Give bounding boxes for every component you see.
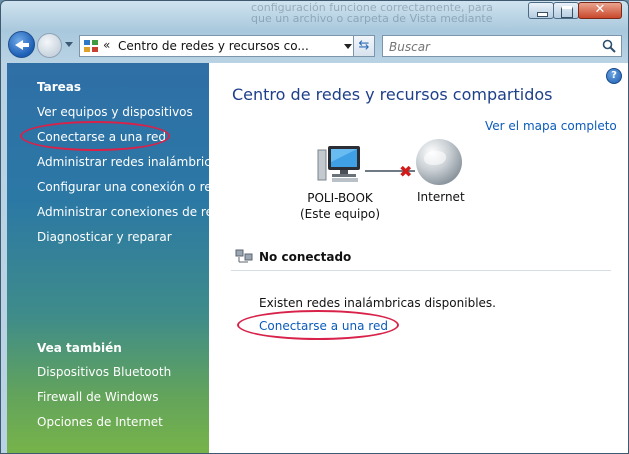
- connect-network-link[interactable]: Conectarse a una red: [259, 319, 388, 333]
- see-also-bluetooth[interactable]: Dispositivos Bluetooth: [37, 365, 171, 379]
- see-also-heading: Vea también: [37, 341, 122, 355]
- refresh-button[interactable]: ⇆: [353, 35, 375, 57]
- view-full-map-link[interactable]: Ver el mapa completo: [485, 119, 617, 133]
- address-bar[interactable]: « Centro de redes y recursos co...: [79, 35, 371, 57]
- see-also-firewall[interactable]: Firewall de Windows: [37, 390, 158, 404]
- back-button[interactable]: [8, 31, 35, 58]
- task-manage-connections[interactable]: Administrar conexiones de red: [37, 205, 221, 219]
- internet-globe-icon: [416, 139, 462, 185]
- computer-note: (Este equipo): [300, 207, 380, 221]
- background-text: configuración funcione correctamente, pa…: [251, 2, 493, 24]
- network-status-icon: [235, 249, 253, 263]
- search-box[interactable]: [382, 35, 622, 57]
- help-icon[interactable]: ?: [606, 68, 622, 84]
- explorer-window: configuración funcione correctamente, pa…: [0, 0, 629, 454]
- computer-label: POLI-BOOK (Este equipo): [294, 190, 386, 222]
- page-title: Centro de redes y recursos compartidos: [232, 85, 553, 104]
- breadcrumb-overflow[interactable]: «: [103, 38, 110, 52]
- task-setup-connection[interactable]: Configurar una conexión o red: [37, 180, 219, 194]
- recent-pages-dropdown[interactable]: [65, 42, 73, 47]
- computer-name: POLI-BOOK: [307, 191, 373, 205]
- maximize-button[interactable]: [553, 2, 579, 19]
- breadcrumb[interactable]: Centro de redes y recursos co...: [118, 39, 309, 53]
- minimize-button[interactable]: [528, 2, 554, 19]
- task-pane: Tareas Ver equipos y dispositivos Conect…: [7, 63, 224, 453]
- search-input[interactable]: [387, 38, 591, 56]
- task-view-computers[interactable]: Ver equipos y dispositivos: [37, 105, 193, 119]
- wireless-available-text: Existen redes inalámbricas disponibles.: [259, 296, 496, 310]
- close-icon: ✕: [594, 2, 606, 17]
- title-bar[interactable]: configuración funcione correctamente, pa…: [1, 1, 628, 29]
- divider: [231, 270, 611, 271]
- task-manage-wireless[interactable]: Administrar redes inalámbricas: [37, 155, 224, 169]
- task-connect-network[interactable]: Conectarse a una red: [37, 130, 166, 144]
- forward-button[interactable]: [37, 33, 62, 58]
- see-also-internet-options[interactable]: Opciones de Internet: [37, 415, 163, 429]
- close-button[interactable]: ✕: [578, 2, 622, 19]
- navigation-bar: « Centro de redes y recursos co... ⇆: [1, 30, 628, 62]
- network-folder-icon: [84, 40, 98, 52]
- search-icon[interactable]: [602, 39, 616, 53]
- disconnected-x-icon: ✖: [399, 162, 413, 181]
- computer-icon: [317, 146, 360, 182]
- task-diagnose-repair[interactable]: Diagnosticar y reparar: [37, 230, 172, 244]
- refresh-icon: ⇆: [358, 38, 370, 53]
- main-content: ? Centro de redes y recursos compartidos…: [209, 63, 628, 453]
- connection-status: No conectado: [259, 250, 352, 264]
- internet-label: Internet: [417, 190, 465, 204]
- tasks-heading: Tareas: [37, 80, 82, 94]
